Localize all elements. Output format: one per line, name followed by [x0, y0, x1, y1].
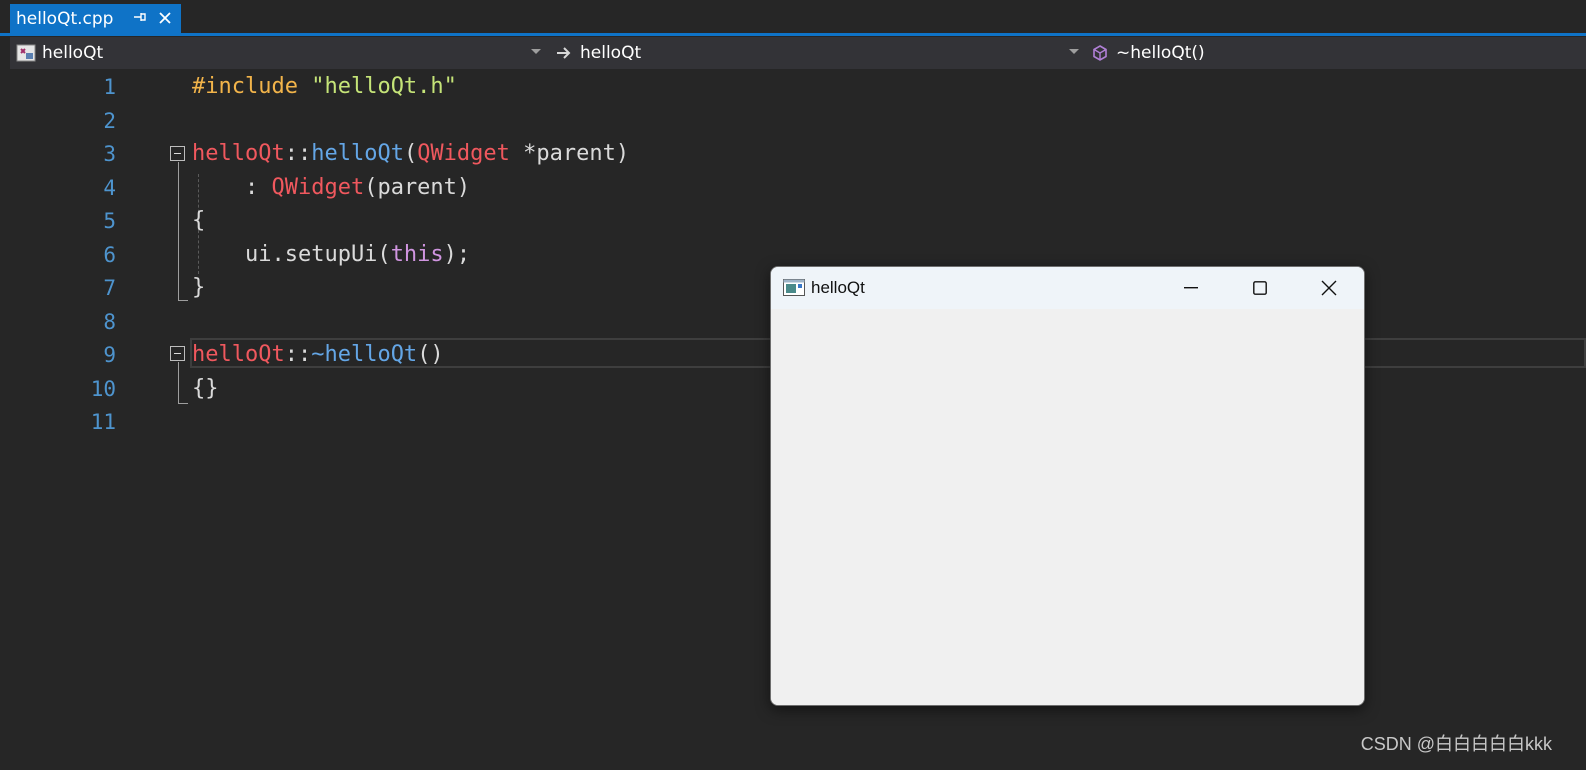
code-text: ui.setupUi(this);: [192, 238, 470, 272]
member-name: ~helloQt(): [1116, 43, 1205, 63]
line-number: 8: [103, 309, 116, 334]
line-number: 6: [103, 242, 116, 267]
code-token: {}: [192, 375, 219, 401]
code-token: #include: [192, 74, 312, 99]
project-icon: [16, 43, 36, 63]
qt-app-window[interactable]: helloQt: [770, 266, 1365, 706]
close-button[interactable]: [1295, 267, 1363, 309]
code-token: ~helloQt: [311, 342, 418, 367]
navigation-bar: helloQt helloQt ~helloQt(): [10, 37, 1586, 69]
code-token: "helloQt.h": [311, 74, 457, 99]
code-token: QWidget: [417, 141, 510, 166]
line-number: 2: [103, 108, 116, 133]
project-name: helloQt: [42, 43, 104, 63]
code-token: (parent): [364, 174, 471, 200]
code-token: ::: [284, 141, 312, 166]
code-token: }: [192, 275, 206, 300]
scope-name: helloQt: [580, 43, 642, 63]
tab-accent-line: [0, 33, 1586, 36]
maximize-icon: [1253, 281, 1267, 295]
qt-window-titlebar[interactable]: helloQt: [771, 267, 1364, 309]
maximize-button[interactable]: [1226, 267, 1294, 309]
pin-icon[interactable]: [131, 11, 149, 27]
line-number: 9: [103, 343, 116, 367]
code-text: helloQt::helloQt(QWidget *parent): [192, 137, 629, 171]
code-token: {: [192, 208, 206, 233]
line-number: 5: [103, 209, 116, 233]
window-app-icon: [783, 279, 805, 296]
code-text: helloQt::~helloQt(): [192, 338, 444, 372]
line-number: 1: [103, 75, 116, 99]
code-token: helloQt: [192, 342, 285, 367]
minimize-icon: [1184, 287, 1198, 289]
code-token: (: [403, 141, 418, 166]
code-text: #include "helloQt.h": [192, 70, 457, 104]
code-text: {}: [192, 372, 219, 406]
code-token: helloQt: [192, 141, 285, 166]
code-text: : QWidget(parent): [192, 171, 470, 205]
code-line[interactable]: 5{: [0, 204, 1586, 238]
line-number: 11: [90, 410, 116, 434]
tab-filename: helloQt.cpp: [16, 9, 114, 29]
minimize-button[interactable]: [1157, 267, 1225, 309]
tab-helloqt-cpp[interactable]: helloQt.cpp: [10, 4, 181, 34]
watermark: CSDN @白白白白白kkk: [1360, 734, 1552, 754]
method-cube-icon: [1090, 43, 1110, 63]
document-tab-strip: helloQt.cpp: [0, 0, 1586, 34]
line-number: 10: [90, 376, 116, 401]
code-text: }: [192, 271, 205, 305]
code-token: );: [443, 241, 471, 267]
code-token: *parent): [509, 141, 630, 166]
line-number: 4: [103, 175, 116, 200]
code-token: QWidget: [271, 174, 365, 200]
chevron-down-icon[interactable]: [531, 49, 541, 54]
code-token: :: [192, 174, 272, 200]
qt-window-title: helloQt: [811, 278, 865, 297]
qt-window-client-area[interactable]: [771, 309, 1364, 705]
scope-dropdown[interactable]: helloQt: [554, 37, 1064, 69]
code-line[interactable]: 4 : QWidget(parent): [0, 171, 1586, 205]
code-token: this: [390, 241, 444, 267]
code-token: (): [417, 342, 444, 367]
line-number: 3: [103, 142, 116, 166]
arrow-right-icon: [554, 43, 574, 63]
close-icon: [1321, 280, 1337, 296]
code-token: ui.setupUi(: [192, 241, 391, 267]
chevron-down-icon[interactable]: [1069, 49, 1079, 54]
member-dropdown[interactable]: ~helloQt(): [1090, 37, 1570, 69]
project-dropdown[interactable]: helloQt: [16, 37, 536, 69]
tab-close-icon[interactable]: [155, 9, 175, 30]
code-text: {: [192, 204, 205, 238]
code-token: ::: [284, 342, 312, 367]
code-line[interactable]: 1 #include "helloQt.h": [0, 70, 1586, 104]
code-line[interactable]: 3 helloQt::helloQt(QWidget *parent): [0, 137, 1586, 171]
code-token: helloQt: [311, 141, 404, 166]
line-number: 7: [103, 276, 116, 300]
code-line[interactable]: 2: [0, 104, 1586, 138]
